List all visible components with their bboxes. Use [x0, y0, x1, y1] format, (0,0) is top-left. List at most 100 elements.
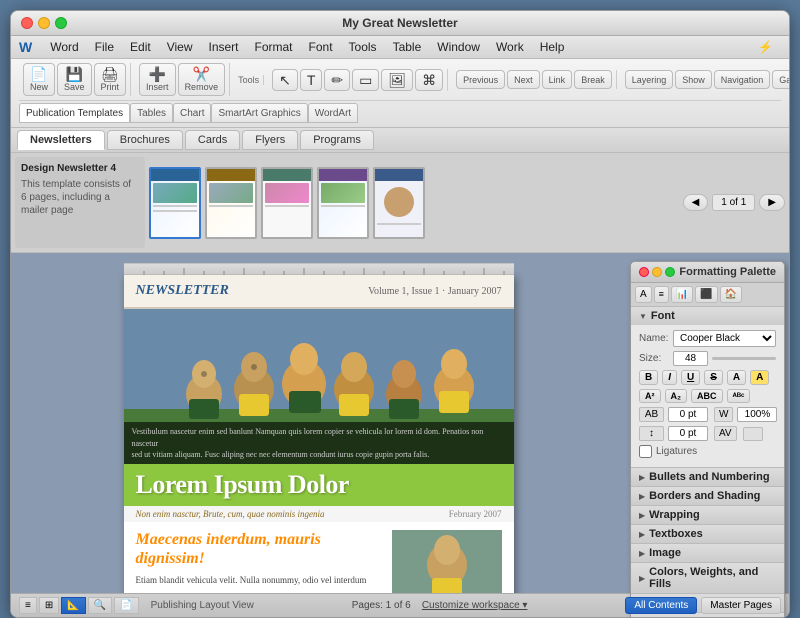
fp-bold-button[interactable]: B	[639, 370, 658, 385]
view-btn-3[interactable]: 📐	[61, 597, 85, 614]
insert-button[interactable]: ➕ Insert	[139, 63, 176, 96]
tab-flyers[interactable]: Flyers	[242, 130, 298, 150]
tab-cards[interactable]: Cards	[185, 130, 240, 150]
fp-colors-header[interactable]: ▶ Colors, Weights, and Fills	[631, 563, 784, 593]
new-button[interactable]: 📄 New	[23, 63, 55, 96]
fp-textboxes-header[interactable]: ▶ Textboxes	[631, 525, 784, 543]
thumb-next-button[interactable]: ▶	[759, 194, 785, 211]
text-tool[interactable]: T	[300, 69, 323, 91]
fp-image-header[interactable]: ▶ Image	[631, 544, 784, 562]
gallery-button[interactable]: Gallery	[772, 70, 790, 89]
fp-caps-button[interactable]: ABC	[691, 389, 723, 403]
view-btn-1[interactable]: ≡	[19, 597, 37, 614]
fp-btn-4[interactable]: ⬛	[695, 286, 717, 303]
fp-btn-2[interactable]: ≡	[654, 286, 669, 303]
fp-font-section-header[interactable]: ▼ Font	[631, 307, 784, 325]
menu-window[interactable]: Window	[429, 38, 488, 56]
menu-file[interactable]: File	[87, 38, 122, 56]
fp-bullets-header[interactable]: ▶ Bullets and Numbering	[631, 468, 784, 486]
newsletter-body-right	[392, 530, 502, 593]
fp-width-input[interactable]	[737, 407, 777, 422]
remove-button[interactable]: ✂️ Remove	[178, 63, 226, 96]
thumb-prev-button[interactable]: ◀	[683, 194, 709, 211]
menu-tools[interactable]: Tools	[341, 38, 385, 56]
all-contents-button[interactable]: All Contents	[625, 597, 697, 614]
chart-tab[interactable]: Chart	[173, 103, 211, 123]
pub-templates-tab[interactable]: Publication Templates	[19, 103, 130, 123]
fp-underline-button[interactable]: U	[681, 370, 700, 385]
pub-tabs-container: Newsletters Brochures Cards Flyers Progr…	[11, 128, 789, 153]
thumb-1[interactable]	[149, 167, 201, 239]
tables-tab[interactable]: Tables	[130, 103, 173, 123]
menu-view[interactable]: View	[159, 38, 201, 56]
fp-btn-1[interactable]: A	[635, 286, 652, 303]
fp-min-button[interactable]	[652, 267, 662, 277]
navigation-button[interactable]: Navigation	[714, 70, 771, 89]
show-button[interactable]: Show	[675, 70, 712, 89]
toolbar-edit-section: ➕ Insert ✂️ Remove	[135, 63, 230, 96]
menu-format[interactable]: Format	[247, 38, 301, 56]
menu-edit[interactable]: Edit	[122, 38, 159, 56]
fp-font-size-input[interactable]	[673, 351, 708, 366]
wordart-tab[interactable]: WordArt	[308, 103, 359, 123]
save-icon: 💾	[66, 67, 83, 81]
fp-close-button[interactable]	[639, 267, 649, 277]
fp-spacing-input-2[interactable]	[668, 426, 708, 441]
fp-color-a-button[interactable]: A	[727, 370, 746, 385]
view-btn-2[interactable]: ⊞	[39, 597, 59, 614]
draw-tool[interactable]: ✏	[324, 69, 350, 91]
menu-lightning[interactable]: ⚡	[750, 38, 781, 56]
shape-tool[interactable]: ▭	[352, 69, 379, 91]
fp-ligatures-checkbox[interactable]	[639, 445, 652, 458]
close-button[interactable]	[21, 17, 33, 29]
customize-button[interactable]: Customize workspace ▾	[422, 600, 528, 611]
view-btn-5[interactable]: 📄	[114, 597, 138, 614]
cursor-tool[interactable]: ↖	[272, 69, 298, 91]
link-button[interactable]: Link	[542, 70, 573, 89]
tab-brochures[interactable]: Brochures	[107, 130, 183, 150]
fp-superscript-button[interactable]: A²	[639, 389, 661, 403]
image-tool[interactable]: 🖼	[381, 69, 413, 91]
master-pages-button[interactable]: Master Pages	[701, 597, 781, 614]
thumb-2[interactable]	[205, 167, 257, 239]
fp-highlight-button[interactable]: A	[750, 370, 769, 385]
fp-max-button[interactable]	[665, 267, 675, 277]
thumb-5[interactable]	[373, 167, 425, 239]
fp-italic-button[interactable]: I	[662, 370, 677, 385]
view-btn-4[interactable]: 🔍	[88, 597, 112, 614]
fp-subscript-button[interactable]: A₂	[665, 389, 688, 403]
print-button[interactable]: 🖨 Print	[94, 63, 127, 96]
menu-bar: W Word File Edit View Insert Format Font…	[11, 36, 789, 59]
fp-btn-5[interactable]: 🏠	[720, 286, 742, 303]
menu-word[interactable]: Word	[42, 38, 86, 56]
fp-smallcaps-button[interactable]: ᴬᴮᶜ	[727, 389, 751, 403]
next-button[interactable]: Next	[507, 70, 540, 89]
fp-font-content: Name: Cooper Black Size: B I U	[631, 325, 784, 467]
menu-work[interactable]: Work	[488, 38, 532, 56]
fp-spacing-input-1[interactable]	[668, 407, 708, 422]
fp-borders-header[interactable]: ▶ Borders and Shading	[631, 487, 784, 505]
prev-button[interactable]: Previous	[456, 70, 505, 89]
tab-programs[interactable]: Programs	[300, 130, 374, 150]
tab-newsletters[interactable]: Newsletters	[17, 130, 105, 150]
menu-insert[interactable]: Insert	[201, 38, 247, 56]
save-button[interactable]: 💾 Save	[57, 63, 92, 96]
minimize-button[interactable]	[38, 17, 50, 29]
fp-btn-3[interactable]: 📊	[671, 286, 693, 303]
fp-wrapping-header[interactable]: ▶ Wrapping	[631, 506, 784, 524]
fp-strikethrough-button[interactable]: S	[704, 370, 723, 385]
break-button[interactable]: Break	[574, 70, 612, 89]
fp-image-title: Image	[649, 547, 681, 559]
fp-font-name-select[interactable]: Cooper Black	[673, 330, 776, 347]
fp-baseline-swatch[interactable]	[743, 427, 763, 441]
thumb-4[interactable]	[317, 167, 369, 239]
menu-font[interactable]: Font	[301, 38, 341, 56]
fp-font-size-slider[interactable]	[712, 357, 776, 360]
maximize-button[interactable]	[55, 17, 67, 29]
menu-help[interactable]: Help	[532, 38, 573, 56]
menu-table[interactable]: Table	[385, 38, 430, 56]
smartart-tab[interactable]: SmartArt Graphics	[211, 103, 307, 123]
crop-tool[interactable]: ⌘	[415, 69, 443, 91]
layering-button[interactable]: Layering	[625, 70, 674, 89]
thumb-3[interactable]	[261, 167, 313, 239]
